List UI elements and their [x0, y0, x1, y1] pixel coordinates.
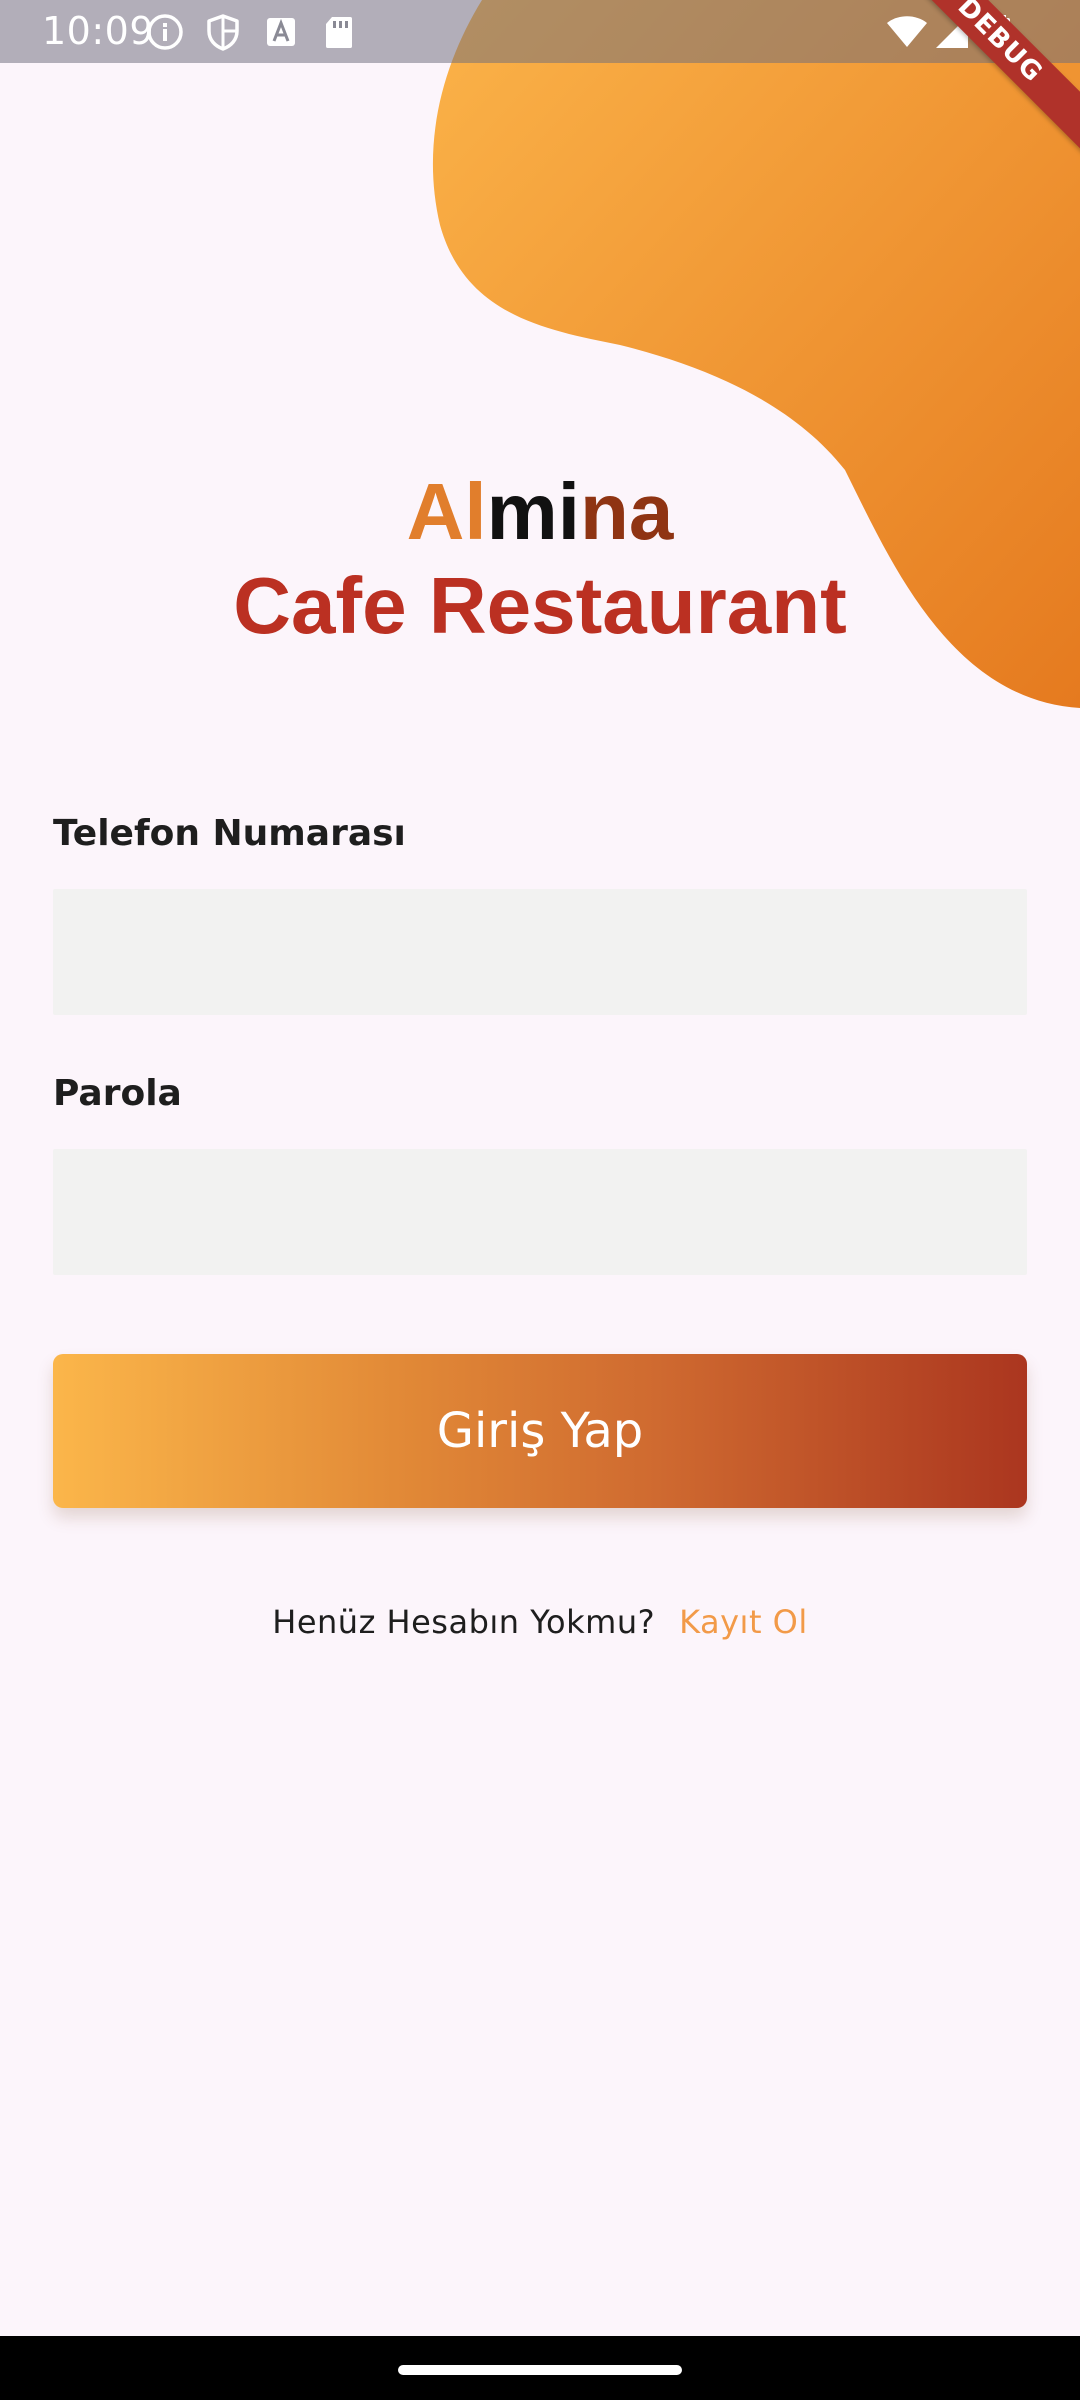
brand-title-part-2: mi: [486, 467, 580, 556]
phone-input[interactable]: [53, 889, 1027, 1015]
navigation-bar: [0, 2336, 1080, 2400]
brand-title-part-1: Al: [406, 467, 487, 556]
brand-title: Almina: [0, 462, 1080, 562]
phone-label: Telefon Numarası: [53, 813, 406, 854]
shield-icon: [207, 14, 239, 51]
signup-link[interactable]: Kayıt Ol: [679, 1603, 808, 1641]
password-label: Parola: [53, 1073, 182, 1114]
sd-card-icon: [326, 17, 352, 48]
brand-subtitle: Cafe Restaurant: [233, 561, 847, 650]
home-indicator[interactable]: [398, 2365, 682, 2375]
info-icon: [147, 14, 183, 50]
status-time: 10:09: [42, 9, 155, 53]
status-bar: 10:09: [0, 0, 1080, 63]
no-account-text: Henüz Hesabın Yokmu?: [272, 1603, 656, 1641]
wifi-icon: [887, 16, 927, 47]
password-input[interactable]: [53, 1149, 1027, 1275]
font-a-icon: [267, 18, 295, 46]
login-button[interactable]: Giriş Yap: [53, 1354, 1027, 1508]
signup-prompt: Henüz Hesabın Yokmu? Kayıt Ol: [0, 1600, 1080, 1644]
brand-title-part-3: na: [580, 467, 674, 556]
